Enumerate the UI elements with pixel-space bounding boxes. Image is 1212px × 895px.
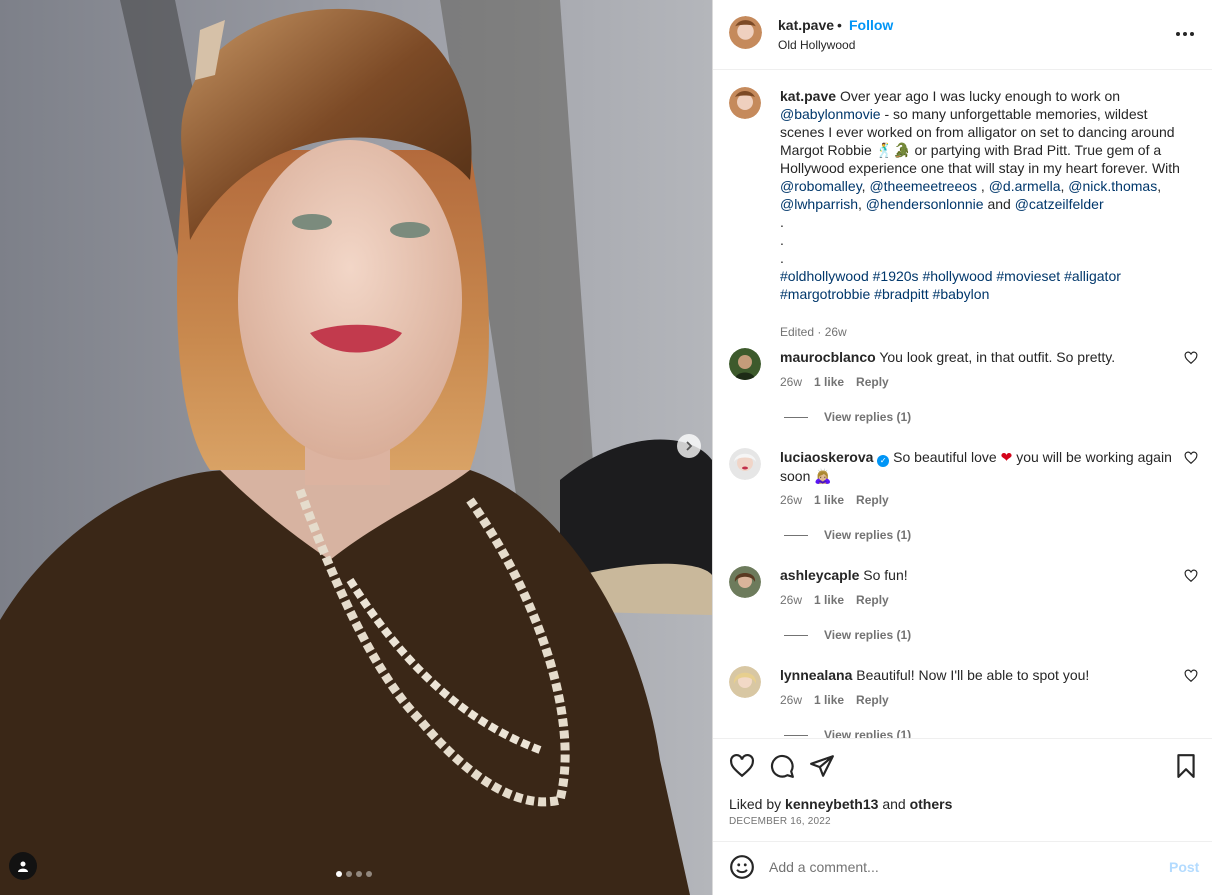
likes-summary: Liked by kenneybeth13 and others xyxy=(729,796,953,812)
comment-input[interactable] xyxy=(769,856,1149,878)
comment-username[interactable]: ashleycaple xyxy=(780,567,859,583)
more-horizontal-icon xyxy=(1176,32,1180,36)
smiley-icon[interactable] xyxy=(729,854,755,880)
carousel-indicator xyxy=(336,871,372,877)
liked-by-user[interactable]: kenneybeth13 xyxy=(785,796,878,812)
comment-meta: 26w 1 like Reply xyxy=(780,593,889,607)
verified-badge-icon: ✓ xyxy=(877,455,890,467)
comment-text: luciaoskerova ✓ So beautiful love ❤ you … xyxy=(780,449,1172,484)
post-comment-button[interactable]: Post xyxy=(1169,859,1199,875)
add-comment-bar: Post xyxy=(713,841,1212,895)
view-replies-button[interactable]: View replies (1) xyxy=(784,528,911,542)
mention-link[interactable]: @theemeetreeos xyxy=(869,178,977,194)
avatar[interactable] xyxy=(729,16,762,49)
separator: • xyxy=(837,17,842,33)
hashtags[interactable]: #margotrobbie #bradpitt #babylon xyxy=(780,286,989,302)
carousel-dot xyxy=(346,871,352,877)
carousel-dot xyxy=(366,871,372,877)
avatar-image xyxy=(729,666,761,698)
tagged-users-button[interactable] xyxy=(9,852,37,880)
post-actions: Liked by kenneybeth13 and others DECEMBE… xyxy=(713,738,1212,848)
avatar[interactable] xyxy=(729,566,761,598)
view-replies-button[interactable]: View replies (1) xyxy=(784,410,911,424)
post-side-panel: kat.pave • Follow Old Hollywood kat.pave… xyxy=(712,0,1212,895)
comment-age[interactable]: 26w xyxy=(780,593,802,607)
caption-username[interactable]: kat.pave xyxy=(780,88,836,104)
mention-link[interactable]: @lwhparrish xyxy=(780,196,858,212)
heart-icon[interactable] xyxy=(729,753,755,779)
comment-item: maurocblanco You look great, in that out… xyxy=(729,348,1199,448)
heart-icon[interactable] xyxy=(1184,669,1198,683)
caption-meta: Edited · 26w xyxy=(780,325,847,339)
author-username[interactable]: kat.pave xyxy=(778,17,834,33)
avatar-image xyxy=(729,566,761,598)
photo-image xyxy=(0,0,712,895)
post-photo[interactable] xyxy=(0,0,712,895)
avatar-image xyxy=(729,87,761,119)
mention-link[interactable]: @catzeilfelder xyxy=(1015,196,1104,212)
more-options-button[interactable] xyxy=(1173,22,1197,46)
comment-text: maurocblanco You look great, in that out… xyxy=(780,349,1116,365)
comment-likes[interactable]: 1 like xyxy=(814,493,844,507)
hashtags[interactable]: #oldhollywood #1920s #hollywood #moviese… xyxy=(780,268,1121,284)
location-link[interactable]: Old Hollywood xyxy=(778,38,855,52)
comments-scroll-area[interactable]: kat.pave Over year ago I was lucky enoug… xyxy=(713,71,1212,738)
reply-button[interactable]: Reply xyxy=(856,593,889,607)
follow-button[interactable]: Follow xyxy=(849,17,893,33)
mention-link[interactable]: @d.armella xyxy=(989,178,1061,194)
comment-item: lynnealana Beautiful! Now I'll be able t… xyxy=(729,666,1199,738)
heart-icon[interactable] xyxy=(1184,569,1198,583)
comment-meta: 26w 1 like Reply xyxy=(780,375,889,389)
comment-meta: 26w 1 like Reply xyxy=(780,693,889,707)
comment-age[interactable]: 26w xyxy=(780,693,802,707)
comment-meta: 26w 1 like Reply xyxy=(780,493,889,507)
reply-button[interactable]: Reply xyxy=(856,493,889,507)
next-slide-button[interactable] xyxy=(677,434,701,458)
reply-button[interactable]: Reply xyxy=(856,375,889,389)
carousel-dot xyxy=(356,871,362,877)
view-replies-button[interactable]: View replies (1) xyxy=(784,728,911,738)
heart-icon[interactable] xyxy=(1184,451,1198,465)
avatar-image xyxy=(729,16,762,49)
liked-by-others[interactable]: others xyxy=(910,796,953,812)
mention-link[interactable]: @nick.thomas xyxy=(1068,178,1157,194)
comment-username[interactable]: lynnealana xyxy=(780,667,852,683)
comment-username[interactable]: maurocblanco xyxy=(780,349,876,365)
user-icon xyxy=(18,861,28,872)
avatar[interactable] xyxy=(729,448,761,480)
mention-link[interactable]: @robomalley xyxy=(780,178,862,194)
chevron-right-icon xyxy=(686,441,693,451)
comment-text: lynnealana Beautiful! Now I'll be able t… xyxy=(780,667,1090,683)
send-icon[interactable] xyxy=(809,753,835,779)
avatar[interactable] xyxy=(729,348,761,380)
avatar-image xyxy=(729,348,761,380)
heart-icon[interactable] xyxy=(1184,351,1198,365)
avatar[interactable] xyxy=(729,666,761,698)
reply-button[interactable]: Reply xyxy=(856,693,889,707)
comment-likes[interactable]: 1 like xyxy=(814,375,844,389)
avatar-image xyxy=(729,448,761,480)
comment-likes[interactable]: 1 like xyxy=(814,693,844,707)
comment-likes[interactable]: 1 like xyxy=(814,593,844,607)
bookmark-icon[interactable] xyxy=(1173,753,1199,779)
post-header: kat.pave • Follow Old Hollywood xyxy=(713,0,1212,70)
mention-link[interactable]: @babylonmovie xyxy=(780,106,881,122)
comment-text: ashleycaple So fun! xyxy=(780,567,908,583)
comment-item: luciaoskerova ✓ So beautiful love ❤ you … xyxy=(729,448,1199,566)
comment-icon[interactable] xyxy=(769,753,795,779)
comment-username[interactable]: luciaoskerova xyxy=(780,449,873,465)
comment-age[interactable]: 26w xyxy=(780,375,802,389)
avatar[interactable] xyxy=(729,87,761,119)
comment-item: ashleycaple So fun! 26w 1 like Reply Vie… xyxy=(729,566,1199,666)
caption-text: kat.pave Over year ago I was lucky enoug… xyxy=(780,88,1180,302)
comment-age[interactable]: 26w xyxy=(780,493,802,507)
mention-link[interactable]: @hendersonlonnie xyxy=(866,196,984,212)
view-replies-button[interactable]: View replies (1) xyxy=(784,628,911,642)
carousel-dot-active xyxy=(336,871,342,877)
post-date[interactable]: DECEMBER 16, 2022 xyxy=(729,816,831,827)
red-heart-emoji: ❤ xyxy=(1000,449,1013,465)
